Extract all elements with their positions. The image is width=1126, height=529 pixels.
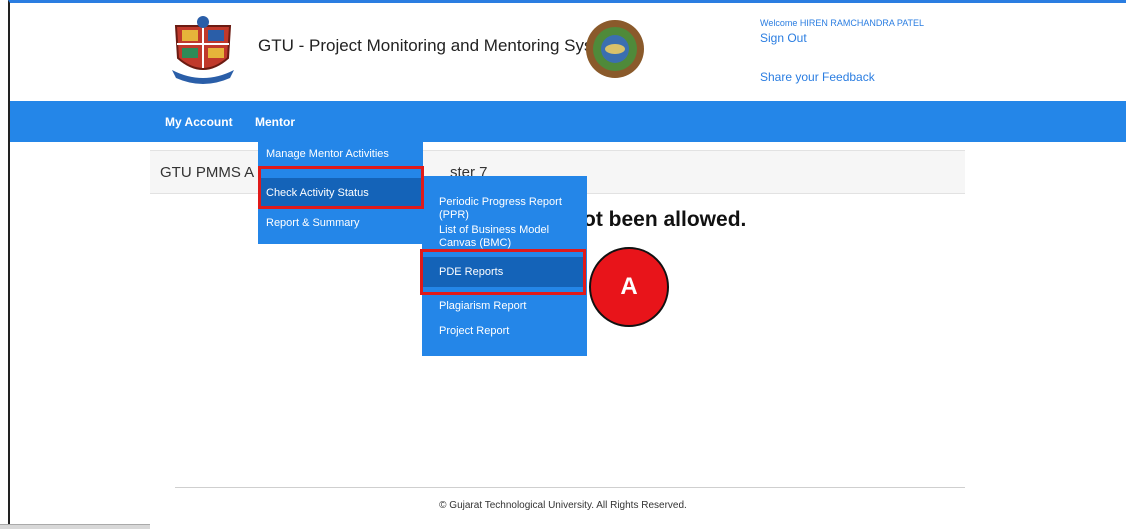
footer-divider: [175, 487, 965, 488]
feedback-link[interactable]: Share your Feedback: [760, 70, 875, 84]
menu-item-bmc[interactable]: List of Business Model Canvas (BMC): [439, 224, 579, 250]
highlight-pde-reports: [420, 249, 586, 295]
horizontal-scrollbar[interactable]: [0, 524, 150, 529]
page-title: GTU PMMS A: [160, 164, 255, 181]
gtu-logo: [172, 16, 234, 84]
footer-copyright: © Gujarat Technological University. All …: [439, 500, 687, 511]
nav-item-my-account[interactable]: My Account: [165, 115, 233, 129]
annotation-badge: A: [589, 247, 669, 327]
menu-item-ppr[interactable]: Periodic Progress Report (PPR): [439, 196, 587, 222]
nav-item-mentor[interactable]: Mentor: [255, 115, 295, 129]
innovation-logo: [586, 20, 644, 78]
menu-item-project-report[interactable]: Project Report: [439, 325, 509, 338]
welcome-text: Welcome HIREN RAMCHANDRA PATEL: [760, 18, 925, 28]
site-title: GTU - Project Monitoring and Mentoring S…: [258, 36, 621, 55]
menu-item-report-summary[interactable]: Report & Summary: [266, 217, 360, 230]
site-header: GTU - Project Monitoring and Mentoring S…: [0, 0, 1126, 100]
main-navbar: My Account Mentor: [10, 101, 1126, 142]
sign-out-link[interactable]: Sign Out: [760, 31, 807, 45]
status-message: ot been allowed.: [583, 208, 747, 231]
menu-item-manage-activities[interactable]: Manage Mentor Activities Approval: [266, 148, 426, 162]
menu-item-plagiarism-report[interactable]: Plagiarism Report: [439, 300, 526, 313]
highlight-check-activity-status: [258, 166, 424, 209]
